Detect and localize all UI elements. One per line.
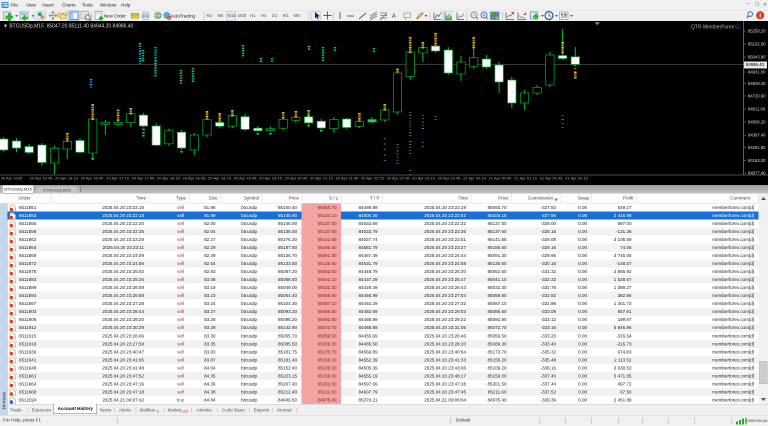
svg-text:21 Apr 00:15: 21 Apr 00:15 [463,175,486,180]
svg-text:21 Apr 01:15: 21 Apr 01:15 [514,175,537,180]
svg-text:20 Apr 17:15: 20 Apr 17:15 [106,175,129,180]
svg-text:85043.80: 85043.80 [748,55,766,60]
svg-text:84291.80: 84291.80 [748,145,766,150]
svg-text:20 Apr 15:45: 20 Apr 15:45 [30,175,53,180]
svg-text:84829.40: 84829.40 [748,81,766,86]
svg-text:21 Apr 01:45: 21 Apr 01:45 [540,175,563,180]
svg-text:20 Apr 21:15: 20 Apr 21:15 [310,175,333,180]
svg-text:20 Apr 16:15: 20 Apr 16:15 [55,175,78,180]
svg-text:84931.00: 84931.00 [748,70,766,75]
svg-text:20 Apr 17:45: 20 Apr 17:45 [132,175,155,180]
svg-text:20 Apr 18:15: 20 Apr 18:15 [157,175,180,180]
svg-text:20 Apr 2025: 20 Apr 2025 [1,175,23,180]
svg-text:20 Apr 22:15: 20 Apr 22:15 [361,175,384,180]
svg-text:21 Apr 00:45: 21 Apr 00:45 [489,175,512,180]
svg-text:20 Apr 18:45: 20 Apr 18:45 [183,175,206,180]
svg-text:85152.00: 85152.00 [748,42,766,47]
svg-text:84986.40: 84986.40 [746,62,765,67]
svg-text:84183.00: 84183.00 [748,158,766,163]
svg-text:85258.20: 85258.20 [748,29,766,34]
svg-text:84077.40: 84077.40 [748,171,766,176]
svg-text:20 Apr 23:15: 20 Apr 23:15 [412,175,435,180]
svg-text:QTR MemberForex ⓘ: QTR MemberForex ⓘ [691,24,740,31]
svg-text:20 Apr 20:15: 20 Apr 20:15 [259,175,282,180]
svg-text:20 Apr 20:45: 20 Apr 20:45 [285,175,308,180]
svg-text:20 Apr 19:15: 20 Apr 19:15 [208,175,231,180]
svg-text:▼ BTCUSDp,M15 85047.20 85111.: ▼ BTCUSDp,M15 85047.20 85111.40 84944.20… [3,24,134,30]
svg-text:84720.60: 84720.60 [748,94,766,99]
svg-text:84611.00: 84611.00 [748,107,766,112]
svg-text:20 Apr 22:45: 20 Apr 22:45 [387,175,410,180]
svg-text:20 Apr 23:45: 20 Apr 23:45 [438,175,461,180]
svg-text:20 Apr 21:45: 20 Apr 21:45 [336,175,359,180]
svg-text:84397.40: 84397.40 [748,133,766,138]
svg-text:20 Apr 16:45: 20 Apr 16:45 [81,175,104,180]
svg-text:84506.20: 84506.20 [748,120,766,125]
svg-text:20 Apr 19:45: 20 Apr 19:45 [234,175,257,180]
svg-text:21 Apr 02:15: 21 Apr 02:15 [565,175,588,180]
